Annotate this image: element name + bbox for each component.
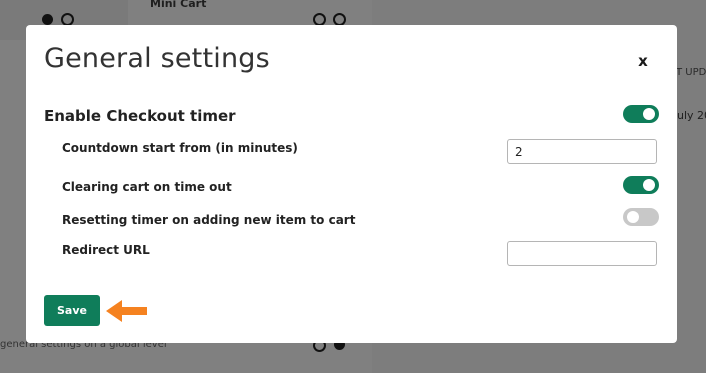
- clearing-cart-toggle[interactable]: [623, 176, 659, 194]
- arrow-left-icon: [106, 300, 147, 322]
- enable-checkout-timer-toggle[interactable]: [623, 105, 659, 123]
- redirect-url-input[interactable]: [507, 241, 657, 266]
- section-title-checkout-timer: Enable Checkout timer: [44, 107, 236, 125]
- save-button[interactable]: Save: [44, 295, 100, 326]
- countdown-minutes-input[interactable]: [507, 139, 657, 164]
- resetting-timer-toggle[interactable]: [623, 208, 659, 226]
- toggle-knob: [643, 179, 655, 191]
- toggle-knob: [643, 108, 655, 120]
- general-settings-modal: General settings x Enable Checkout timer…: [26, 25, 677, 343]
- redirect-url-label: Redirect URL: [62, 243, 150, 257]
- background-dot-icon: [42, 14, 53, 25]
- close-button[interactable]: x: [635, 53, 651, 69]
- close-icon: x: [638, 52, 648, 70]
- background-column-header: T UPDA: [676, 67, 706, 78]
- background-card-title: Mini Cart: [150, 0, 207, 10]
- countdown-label: Countdown start from (in minutes): [62, 141, 298, 155]
- resetting-timer-label: Resetting timer on adding new item to ca…: [62, 213, 356, 227]
- background-row-date: uly 20: [677, 109, 706, 122]
- clearing-cart-label: Clearing cart on time out: [62, 180, 232, 194]
- modal-title: General settings: [44, 43, 270, 74]
- toggle-knob: [627, 211, 639, 223]
